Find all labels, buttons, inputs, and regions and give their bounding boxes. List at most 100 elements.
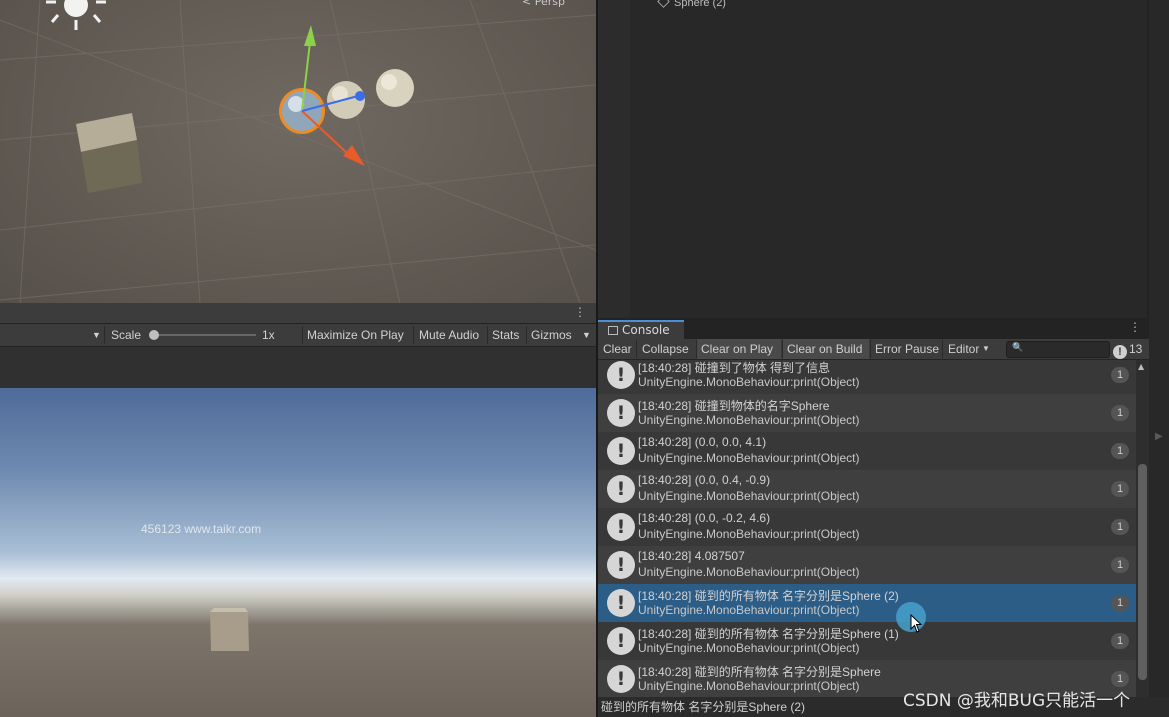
error-pause-button[interactable]: Error Pause: [871, 339, 943, 359]
gizmos-dropdown-icon[interactable]: ▼: [582, 324, 591, 346]
log-count-badge: 1: [1111, 481, 1129, 497]
mouse-cursor-icon: [910, 614, 923, 633]
log-trace: UnityEngine.MonoBehaviour:print(Object): [638, 565, 860, 579]
log-info-icon: !: [607, 513, 635, 541]
log-entry[interactable]: ! [18:40:28] (0.0, 0.4, -0.9) UnityEngin…: [598, 470, 1136, 508]
more-options-icon[interactable]: ⋮: [1129, 320, 1141, 334]
log-trace: UnityEngine.MonoBehaviour:print(Object): [638, 413, 860, 427]
persp-label[interactable]: < Persp: [522, 0, 565, 8]
hierarchy-scroll-edge: [1147, 0, 1149, 318]
log-count-badge: 1: [1111, 671, 1129, 687]
hierarchy-item[interactable]: Sphere (2): [657, 0, 726, 9]
scrollbar-thumb[interactable]: [1138, 464, 1147, 680]
console-scrollbar[interactable]: ▲: [1136, 360, 1149, 697]
log-trace: UnityEngine.MonoBehaviour:print(Object): [638, 679, 860, 693]
separator: [942, 340, 943, 358]
status-message: 碰到的所有物体 名字分别是Sphere (2): [601, 700, 806, 714]
log-message: [18:40:28] (0.0, -0.2, 4.6): [638, 511, 771, 525]
log-entry[interactable]: ! [18:40:28] 碰撞到了物体 得到了信息 UnityEngine.Mo…: [598, 360, 1136, 394]
log-message: [18:40:28] 碰撞到物体的名字Sphere: [638, 399, 830, 413]
sun-light-icon[interactable]: [46, 0, 106, 30]
panel-edge: ▶: [1149, 318, 1169, 717]
hierarchy-panel: Sphere (2): [598, 0, 1169, 318]
log-entry-selected[interactable]: ! [18:40:28] 碰到的所有物体 名字分别是Sphere (2) Uni…: [598, 584, 1136, 622]
separator: [526, 326, 527, 344]
log-message: [18:40:28] 碰撞到了物体 得到了信息: [638, 361, 831, 375]
cube-object: [210, 608, 249, 651]
hierarchy-gutter: [598, 0, 630, 318]
log-info-icon: !: [607, 475, 635, 503]
log-message: [18:40:28] 碰到的所有物体 名字分别是Sphere: [638, 665, 881, 679]
log-entry[interactable]: ! [18:40:28] (0.0, -0.2, 4.6) UnityEngin…: [598, 508, 1136, 546]
log-trace: UnityEngine.MonoBehaviour:print(Object): [638, 641, 860, 655]
cube-icon: [657, 0, 670, 8]
log-trace: UnityEngine.MonoBehaviour:print(Object): [638, 451, 860, 465]
log-info-icon: !: [607, 361, 635, 389]
display-dropdown-icon[interactable]: ▼: [92, 324, 101, 346]
log-info-icon: !: [607, 551, 635, 579]
info-count-value: 13: [1129, 342, 1143, 356]
csdn-watermark: CSDN @我和BUG只能活一个: [903, 691, 1131, 711]
console-log-list[interactable]: ! [18:40:28] 碰撞到了物体 得到了信息 UnityEngine.Mo…: [598, 360, 1136, 697]
stats-button[interactable]: Stats: [492, 324, 519, 346]
separator: [487, 326, 488, 344]
log-entry[interactable]: ! [18:40:28] 碰到的所有物体 名字分别是Sphere (1) Uni…: [598, 622, 1136, 660]
log-message: [18:40:28] 碰到的所有物体 名字分别是Sphere (1): [638, 627, 899, 641]
scale-label: Scale: [111, 328, 142, 342]
log-count-badge: 1: [1111, 633, 1129, 649]
game-view[interactable]: 456123 www.taikr.com: [0, 388, 596, 717]
scene-view[interactable]: < Persp: [0, 0, 596, 303]
cube-object[interactable]: [76, 113, 142, 193]
clear-button[interactable]: Clear: [599, 339, 636, 359]
game-tab-bar: ⋮: [0, 303, 596, 324]
game-view-letterbox: [0, 347, 596, 388]
log-info-icon: !: [607, 627, 635, 655]
separator: [302, 326, 303, 344]
clear-on-build-button[interactable]: Clear on Build: [783, 339, 869, 359]
log-count-badge: 1: [1111, 595, 1129, 611]
log-trace: UnityEngine.MonoBehaviour:print(Object): [638, 527, 860, 541]
console-icon: [608, 326, 618, 335]
log-count-badge: 1: [1111, 557, 1129, 573]
log-trace: UnityEngine.MonoBehaviour:print(Object): [638, 603, 860, 617]
hierarchy-item-label: Sphere (2): [674, 0, 726, 9]
search-icon: 🔍: [1012, 343, 1024, 353]
watermark-text: 456123 www.taikr.com: [141, 522, 262, 536]
game-controls-bar: ▼ Scale 1x Maximize On Play Mute Audio S…: [0, 324, 596, 347]
scale-slider-handle[interactable]: [149, 330, 159, 340]
clear-on-play-button[interactable]: Clear on Play: [697, 339, 781, 359]
expand-arrow-icon[interactable]: ▶: [1155, 431, 1163, 442]
console-toolbar: Clear Collapse Clear on Play Clear on Bu…: [598, 339, 1149, 360]
scale-slider-track[interactable]: [150, 334, 256, 336]
tab-console[interactable]: Console: [598, 320, 684, 339]
separator: [104, 326, 105, 344]
log-info-icon: !: [607, 437, 635, 465]
editor-dropdown-icon[interactable]: ▼: [978, 339, 994, 359]
maximize-on-play-button[interactable]: Maximize On Play: [307, 324, 404, 346]
gizmos-button[interactable]: Gizmos: [531, 324, 572, 346]
console-search-input[interactable]: 🔍: [1006, 341, 1110, 358]
scene-grid: [0, 0, 596, 303]
log-count-badge: 1: [1111, 405, 1129, 421]
scroll-up-icon[interactable]: ▲: [1138, 362, 1144, 371]
sphere-object[interactable]: [376, 69, 414, 107]
scale-value: 1x: [262, 328, 275, 342]
log-message: [18:40:28] 碰到的所有物体 名字分别是Sphere (2): [638, 589, 899, 603]
separator: [636, 340, 637, 358]
log-message: [18:40:28] (0.0, 0.4, -0.9): [638, 473, 771, 487]
collapse-button[interactable]: Collapse: [638, 339, 693, 359]
info-message-count[interactable]: ! 13: [1113, 341, 1143, 359]
tab-console-label: Console: [622, 323, 670, 337]
log-entry[interactable]: ! [18:40:28] 碰撞到物体的名字Sphere UnityEngine.…: [598, 394, 1136, 432]
log-entry[interactable]: ! [18:40:28] 4.087507 UnityEngine.MonoBe…: [598, 546, 1136, 584]
log-entry[interactable]: ! [18:40:28] (0.0, 0.0, 4.1) UnityEngine…: [598, 432, 1136, 470]
mute-audio-button[interactable]: Mute Audio: [419, 324, 479, 346]
log-message: [18:40:28] 4.087507: [638, 549, 745, 563]
console-tab-bar: Console ⋮: [598, 318, 1149, 339]
log-info-icon: !: [607, 589, 635, 617]
log-trace: UnityEngine.MonoBehaviour:print(Object): [638, 489, 860, 503]
more-options-icon[interactable]: ⋮: [574, 305, 586, 319]
log-trace: UnityEngine.MonoBehaviour:print(Object): [638, 375, 860, 389]
log-message: [18:40:28] (0.0, 0.0, 4.1): [638, 435, 767, 449]
log-info-icon: !: [607, 665, 635, 693]
